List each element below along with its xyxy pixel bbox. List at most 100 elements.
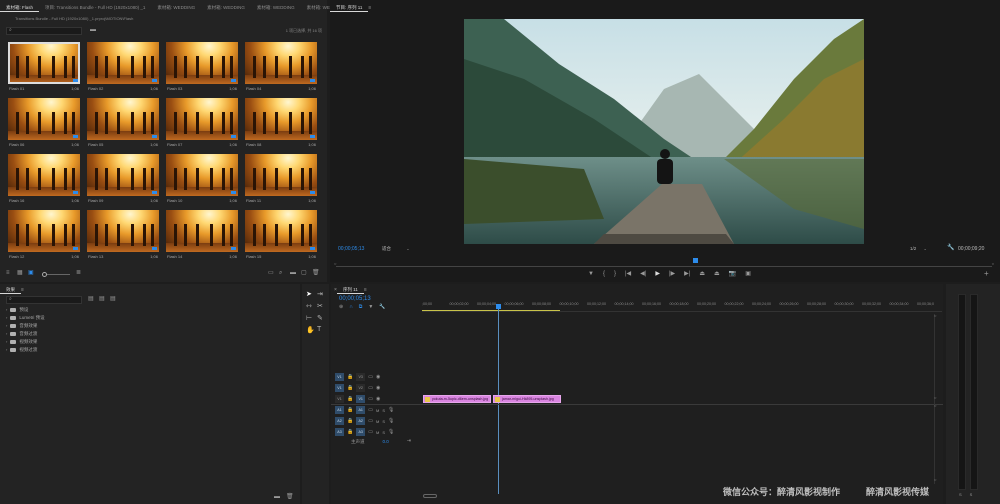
new-bin-icon[interactable]: ▬ xyxy=(90,27,96,33)
track-target-v2[interactable]: V2 xyxy=(356,384,366,392)
icon-view-icon[interactable]: ▦ xyxy=(17,270,23,276)
scroll-bottom-handle[interactable]: ○ xyxy=(934,478,936,482)
scroll-mid-handle-2[interactable]: ○ xyxy=(934,404,936,408)
thumbnail-item[interactable]: Flash 16 1;06 xyxy=(8,154,80,208)
tab-bin-wedding-1[interactable]: 素材箱: WEDDING xyxy=(151,5,201,11)
lock-icon[interactable]: 🔒 xyxy=(347,429,353,435)
lock-icon[interactable]: 🔒 xyxy=(347,385,353,391)
thumbnail-item[interactable]: Flash 01 1;06 xyxy=(8,42,80,96)
wrench-icon[interactable]: 🔧 xyxy=(947,245,954,251)
source-patch-a1[interactable]: A1 xyxy=(335,406,344,414)
add-marker-icon[interactable]: ▼ xyxy=(368,305,373,310)
expand-icon[interactable]: › xyxy=(6,315,7,320)
nest-icon[interactable]: ⊕ xyxy=(339,305,343,310)
mark-in-icon[interactable]: { xyxy=(603,271,605,277)
effects-item-audio-transitions[interactable]: › 音频过渡 xyxy=(6,330,37,337)
thumbnail-item[interactable]: Flash 10 1;06 xyxy=(166,154,238,208)
source-patch-v1[interactable]: V1 xyxy=(335,395,344,403)
effects-search-input[interactable]: ⌕ xyxy=(6,296,82,304)
slip-tool-icon[interactable]: ⊢ xyxy=(306,314,312,322)
mute-button[interactable]: M xyxy=(376,419,379,424)
compare-icon[interactable]: ▣ xyxy=(745,271,751,277)
scrubber-end-handle[interactable]: ○ xyxy=(992,262,994,266)
snap-icon[interactable]: ∩ xyxy=(349,305,353,310)
mute-button[interactable]: M xyxy=(376,408,379,413)
thumbnail-item[interactable]: Flash 15 1;06 xyxy=(245,210,317,264)
thumbnail-item[interactable]: Flash 11 1;06 xyxy=(245,154,317,208)
lock-icon[interactable]: 🔒 xyxy=(347,418,353,424)
source-patch-a3[interactable]: A3 xyxy=(335,428,344,436)
scrubber-start-handle[interactable]: ○ xyxy=(334,262,336,266)
step-forward-icon[interactable]: |▶ xyxy=(669,271,675,277)
lock-icon[interactable]: 🔒 xyxy=(347,396,353,402)
mark-out-icon[interactable]: } xyxy=(614,271,616,277)
lock-icon[interactable]: 🔒 xyxy=(347,407,353,413)
scroll-mid-handle-1[interactable]: ○ xyxy=(934,396,936,400)
tab-bin-wedding-3[interactable]: 素材箱: WEDDING xyxy=(251,5,301,11)
mic-icon[interactable]: 🎙 xyxy=(388,407,394,413)
expand-icon[interactable]: › xyxy=(6,307,7,312)
meter-left-solo[interactable]: S xyxy=(959,492,962,497)
scroll-top-handle[interactable]: ○ xyxy=(934,314,936,318)
sync-lock-icon[interactable]: ▭ xyxy=(368,396,373,402)
thumbnail-item[interactable]: Flash 05 1;06 xyxy=(87,98,159,152)
thumbnail-item[interactable]: Flash 07 1;06 xyxy=(166,98,238,152)
tab-bin-flash[interactable]: 素材箱: Flash xyxy=(0,5,40,12)
zoom-slider[interactable] xyxy=(42,272,70,277)
timeline-vertical-scrollbar[interactable]: ○ ○ ○ ○ xyxy=(934,314,938,484)
source-patch-v2[interactable]: V1 xyxy=(335,384,344,392)
program-playhead[interactable] xyxy=(693,258,698,263)
step-back-icon[interactable]: ◀| xyxy=(640,271,646,277)
thumbnail-item[interactable]: Flash 02 1;06 xyxy=(87,42,159,96)
expand-icon[interactable]: › xyxy=(6,331,7,336)
pen-tool-icon[interactable]: ✎ xyxy=(317,314,323,322)
tab-sequence[interactable]: 序列 11 xyxy=(336,287,364,294)
thumbnail-item[interactable]: Flash 03 1;06 xyxy=(166,42,238,96)
type-tool-icon[interactable]: T xyxy=(317,326,321,333)
mic-icon[interactable]: 🎙 xyxy=(388,418,394,424)
solo-button[interactable]: S xyxy=(382,419,385,424)
eye-icon[interactable]: ◉ xyxy=(376,385,380,391)
new-bin-footer-icon[interactable]: ▬ xyxy=(290,270,296,276)
automate-icon[interactable]: ▭ xyxy=(268,270,274,276)
effects-item-video-transitions[interactable]: › 视频过渡 xyxy=(6,346,37,353)
extract-icon[interactable]: ⏏ xyxy=(714,271,720,277)
thumbnail-item[interactable]: Flash 09 1;06 xyxy=(87,154,159,208)
effects-item-lumetri[interactable]: › Lumetri 预设 xyxy=(6,314,45,321)
eye-icon[interactable]: ◉ xyxy=(376,374,380,380)
playhead-handle[interactable] xyxy=(496,304,501,309)
go-to-in-icon[interactable]: |◀ xyxy=(625,271,631,277)
thumbnail-item[interactable]: Flash 06 1;06 xyxy=(8,98,80,152)
solo-button[interactable]: S xyxy=(382,430,385,435)
track-select-tool-icon[interactable]: ⇥ xyxy=(317,290,323,298)
effects-item-video-effects[interactable]: › 视频效果 xyxy=(6,338,37,345)
sync-lock-icon[interactable]: ▭ xyxy=(368,429,373,435)
razor-tool-icon[interactable]: ✂ xyxy=(317,302,323,310)
go-to-out-icon[interactable]: ▶| xyxy=(684,271,690,277)
tab-program[interactable]: 节目: 序列 11 xyxy=(330,5,369,12)
thumbnail-item[interactable]: Flash 13 1;06 xyxy=(87,210,159,264)
track-target-v3[interactable]: V3 xyxy=(356,373,366,381)
search-input[interactable]: ⌕ xyxy=(6,27,82,35)
tab-bin-wedding-2[interactable]: 素材箱: WEDDING xyxy=(201,5,251,11)
expand-icon[interactable]: › xyxy=(6,347,7,352)
tab-effects[interactable]: 效果 xyxy=(0,287,21,294)
sync-lock-icon[interactable]: ▭ xyxy=(368,418,373,424)
tab-project[interactable]: 项目: Transitions Bundle - Full HD (1920x1… xyxy=(39,5,151,11)
track-target-v1[interactable]: V1 xyxy=(356,395,366,403)
ripple-edit-tool-icon[interactable]: ⇿ xyxy=(306,302,312,310)
selection-tool-icon[interactable]: ➤ xyxy=(306,290,312,298)
fit-dropdown[interactable]: 适合 ⌄ xyxy=(382,246,410,252)
freeform-view-icon[interactable]: ▣ xyxy=(28,270,34,276)
linked-selection-icon[interactable]: ⧉ xyxy=(359,305,363,310)
find-icon[interactable]: ⌕ xyxy=(279,270,282,276)
track-target-a3[interactable]: A3 xyxy=(356,428,366,436)
effects-item-audio-effects[interactable]: › 音频效果 xyxy=(6,322,37,329)
meter-right-solo[interactable]: S xyxy=(970,492,973,497)
new-custom-bin-icon[interactable]: ▬ xyxy=(274,494,280,500)
sort-icon[interactable]: ≣ xyxy=(76,270,81,276)
timeline-timecode[interactable]: 00;00;05;13 xyxy=(339,296,371,302)
clip-2[interactable]: jamar-migui-Hk895-unsplash.jpg xyxy=(493,395,561,403)
timeline-horizontal-scrollbar[interactable] xyxy=(423,494,437,498)
sync-lock-icon[interactable]: ▭ xyxy=(368,374,373,380)
